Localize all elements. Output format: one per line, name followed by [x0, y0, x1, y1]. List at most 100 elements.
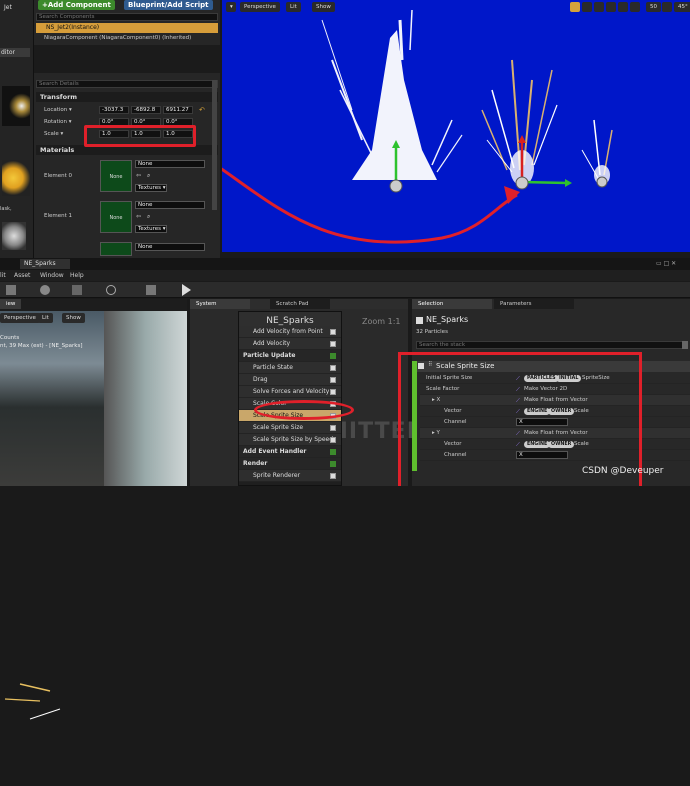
search-details-input[interactable]: Search Details	[36, 80, 218, 88]
spark-burst-right	[581, 119, 613, 185]
emitter-enabled-checkbox[interactable]	[416, 317, 423, 324]
module-enable-checkbox[interactable]	[330, 473, 336, 479]
module-enable-checkbox[interactable]	[330, 425, 336, 431]
element0-material-dropdown[interactable]: None	[135, 160, 205, 168]
stack-row-label: Scale Sprite Size	[253, 424, 304, 431]
selection-tab[interactable]: Selection	[412, 299, 492, 309]
location-x-field[interactable]: -3037.3	[99, 106, 129, 114]
stack-row[interactable]: Add Velocity from Point	[239, 326, 341, 338]
save-icon[interactable]	[6, 285, 16, 295]
stack-row[interactable]: Render	[239, 458, 341, 470]
preview-tab[interactable]: iew	[0, 299, 22, 309]
level-viewport[interactable]: ▾ Perspective Lit Show 50 45°	[222, 0, 690, 252]
asset-label: lask,	[0, 206, 12, 212]
add-module-icon[interactable]	[330, 461, 336, 467]
menu-help[interactable]: Help	[70, 272, 84, 279]
preview-show-button[interactable]: Show	[62, 313, 85, 323]
add-module-icon[interactable]	[330, 353, 336, 359]
emitter-node[interactable]: NE_Sparks Add Velocity from Point Add Vel…	[238, 311, 342, 486]
menu-asset[interactable]: Asset	[14, 272, 30, 279]
module-enable-checkbox[interactable]	[330, 365, 336, 371]
component-child-row[interactable]: NiagaraComponent (NiagaraComponent0) (In…	[44, 35, 191, 41]
particle-effects-svg	[222, 9, 613, 244]
stack-row[interactable]: Drag	[239, 374, 341, 386]
stack-row[interactable]: Add Event Handler	[239, 446, 341, 458]
browse-icon-2[interactable]: ⌕	[147, 213, 150, 221]
bounds-icon[interactable]	[72, 285, 82, 295]
module-enable-checkbox[interactable]	[330, 389, 336, 395]
preview-lit-button[interactable]: Lit	[38, 313, 53, 323]
play-icon[interactable]	[182, 284, 191, 296]
preview-building	[104, 311, 187, 486]
menu-edit[interactable]: lit	[0, 272, 6, 279]
details-scrollbar[interactable]	[212, 80, 217, 210]
browse-icon-toolbar[interactable]	[40, 285, 50, 295]
element0-textures-dropdown[interactable]: Textures ▾	[135, 184, 167, 192]
preview-perspective-button[interactable]: Perspective	[0, 313, 40, 323]
blueprint-add-script-button[interactable]: Blueprint/Add Script	[124, 0, 213, 10]
location-z-field[interactable]: 6911.27	[163, 106, 193, 114]
system-overview-tab[interactable]: System Overview	[190, 299, 250, 317]
left-tab-label[interactable]: Jet	[4, 4, 12, 11]
scale-sprite-size-highlight	[254, 400, 354, 420]
menu-window[interactable]: Window	[40, 272, 64, 279]
stack-row-label: Solve Forces and Velocity	[253, 388, 330, 395]
transform-gizmo-right	[596, 176, 608, 188]
location-y-field[interactable]: -6892.8	[131, 106, 161, 114]
stack-row-label: Particle Update	[243, 352, 296, 359]
transform-header-label: Transform	[40, 93, 78, 101]
reset-arrow-icon[interactable]: ↶	[199, 106, 205, 114]
use-selected-arrow-icon-2[interactable]: ⇦	[136, 213, 141, 220]
preview-sparks-svg	[4, 683, 61, 720]
element1-swatch[interactable]: None	[100, 201, 132, 233]
performance-icon[interactable]	[146, 285, 156, 295]
material-thumbnail	[2, 160, 30, 196]
element2-swatch[interactable]	[100, 242, 132, 256]
rotation-label[interactable]: Rotation ▾	[44, 119, 72, 125]
search-stack-input[interactable]: Search the stack	[416, 341, 686, 349]
stack-row[interactable]: Solve Forces and Velocity	[239, 386, 341, 398]
ne-sparks-tab[interactable]: NE_Sparks	[20, 259, 70, 269]
module-enable-checkbox[interactable]	[330, 341, 336, 347]
location-label[interactable]: Location ▾	[44, 107, 72, 113]
stack-row-label: Render	[243, 460, 268, 467]
use-selected-arrow-icon[interactable]: ⇦	[136, 172, 141, 179]
stack-row-label: Add Event Handler	[243, 448, 307, 455]
module-enable-checkbox[interactable]	[330, 329, 336, 335]
stack-row[interactable]: Add Velocity	[239, 338, 341, 350]
element1-material-dropdown[interactable]: None	[135, 201, 205, 209]
window-controls[interactable]: ▭ □ ✕	[656, 260, 686, 267]
filter-icon[interactable]	[682, 341, 688, 349]
search-components-input[interactable]: Search Components	[36, 13, 218, 21]
stack-row-label: Add Velocity from Point	[253, 328, 323, 335]
add-component-button[interactable]: +Add Component	[38, 0, 115, 10]
element2-material-dropdown[interactable]: None	[135, 243, 205, 251]
stack-row[interactable]: Particle Update	[239, 350, 341, 362]
element1-label: Element 1	[44, 213, 73, 219]
stack-row-label: Scale Sprite Size by Speed	[253, 436, 334, 443]
browse-icon[interactable]: ⌕	[147, 172, 150, 180]
parameters-tab[interactable]: Parameters	[494, 299, 574, 309]
stack-row[interactable]: Scale Sprite Size	[239, 422, 341, 434]
particle-counts-label: Counts	[0, 335, 20, 341]
scale-highlight-box	[84, 125, 196, 147]
element0-swatch[interactable]: None	[100, 160, 132, 192]
stack-row[interactable]: Particle State	[239, 362, 341, 374]
component-root-label: NS_Jet2(Instance)	[46, 24, 100, 31]
component-root-row[interactable]: NS_Jet2(Instance)	[36, 23, 218, 33]
preview-icon[interactable]	[106, 285, 116, 295]
add-module-icon[interactable]	[330, 449, 336, 455]
scratch-pad-tab[interactable]: Scratch Pad	[270, 299, 330, 309]
element0-label: Element 0	[44, 173, 73, 179]
ne-sparks-tab-label: NE_Sparks	[24, 260, 56, 267]
editor-toolbar	[0, 282, 690, 298]
stack-row[interactable]: Sprite Renderer	[239, 470, 341, 482]
stack-row[interactable]: Scale Sprite Size by Speed	[239, 434, 341, 446]
editor-tab-label[interactable]: ditor	[0, 48, 30, 57]
transform-section-header[interactable]: Transform	[36, 92, 218, 102]
element1-textures-dropdown[interactable]: Textures ▾	[135, 225, 167, 233]
module-enable-checkbox[interactable]	[330, 377, 336, 383]
scale-label[interactable]: Scale ▾	[44, 131, 63, 137]
selection-title: NE_Sparks	[426, 315, 469, 324]
module-enable-checkbox[interactable]	[330, 437, 336, 443]
